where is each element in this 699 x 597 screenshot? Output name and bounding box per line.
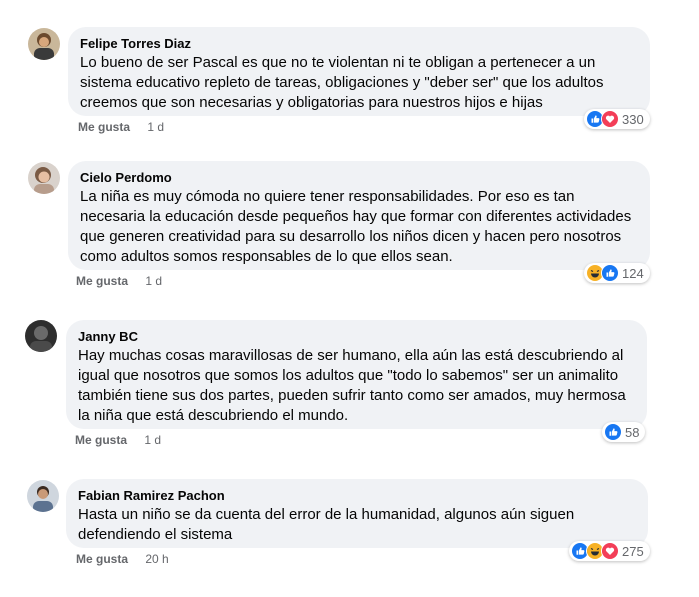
comment-time[interactable]: 1 d: [147, 120, 164, 134]
love-icon: [601, 542, 619, 560]
comment-actions: Me gusta 1 d: [75, 433, 161, 447]
like-button[interactable]: Me gusta: [78, 120, 130, 134]
avatar[interactable]: [28, 162, 60, 194]
comment-actions: Me gusta 1 d: [76, 274, 162, 288]
comment-text: Hasta un niño se da cuenta del error de …: [78, 506, 575, 543]
reaction-count: 124: [622, 265, 644, 281]
comment-text: La niña es muy cómoda no quiere tener re…: [80, 188, 632, 265]
avatar[interactable]: [25, 320, 57, 352]
comment-time[interactable]: 1 d: [145, 274, 162, 288]
comment-time[interactable]: 1 d: [144, 433, 161, 447]
like-button[interactable]: Me gusta: [76, 552, 128, 566]
avatar[interactable]: [28, 28, 60, 60]
reaction-summary[interactable]: 330: [584, 109, 650, 129]
comment-author[interactable]: Felipe Torres Diaz: [80, 35, 638, 52]
reaction-count: 275: [622, 543, 644, 559]
avatar[interactable]: [27, 480, 59, 512]
comment-author[interactable]: Fabian Ramirez Pachon: [78, 487, 636, 504]
comment-author[interactable]: Cielo Perdomo: [80, 169, 638, 186]
like-icon: [604, 423, 622, 441]
comment-author[interactable]: Janny BC: [78, 328, 635, 345]
comment-bubble: Janny BC Hay muchas cosas maravillosas d…: [66, 320, 647, 429]
like-icon: [601, 264, 619, 282]
avatar-image: [28, 162, 60, 194]
comment-bubble: Fabian Ramirez Pachon Hasta un niño se d…: [66, 479, 648, 548]
comment-actions: Me gusta 20 h: [76, 552, 169, 566]
comment-bubble: Felipe Torres Diaz Lo bueno de ser Pasca…: [68, 27, 650, 116]
reaction-count: 58: [625, 424, 640, 440]
comment-time[interactable]: 20 h: [145, 552, 168, 566]
avatar-image: [25, 320, 57, 352]
comment-text: Lo bueno de ser Pascal es que no te viol…: [80, 54, 604, 111]
like-button[interactable]: Me gusta: [75, 433, 127, 447]
reaction-summary[interactable]: 58: [602, 422, 646, 442]
reaction-summary[interactable]: 275: [569, 541, 650, 561]
comment-text: Hay muchas cosas maravillosas de ser hum…: [78, 347, 626, 424]
avatar-image: [27, 480, 59, 512]
like-button[interactable]: Me gusta: [76, 274, 128, 288]
reaction-count: 330: [622, 111, 644, 127]
comment-actions: Me gusta 1 d: [78, 120, 164, 134]
love-icon: [601, 110, 619, 128]
comment-bubble: Cielo Perdomo La niña es muy cómoda no q…: [68, 161, 650, 270]
avatar-image: [28, 28, 60, 60]
reaction-summary[interactable]: 124: [584, 263, 650, 283]
